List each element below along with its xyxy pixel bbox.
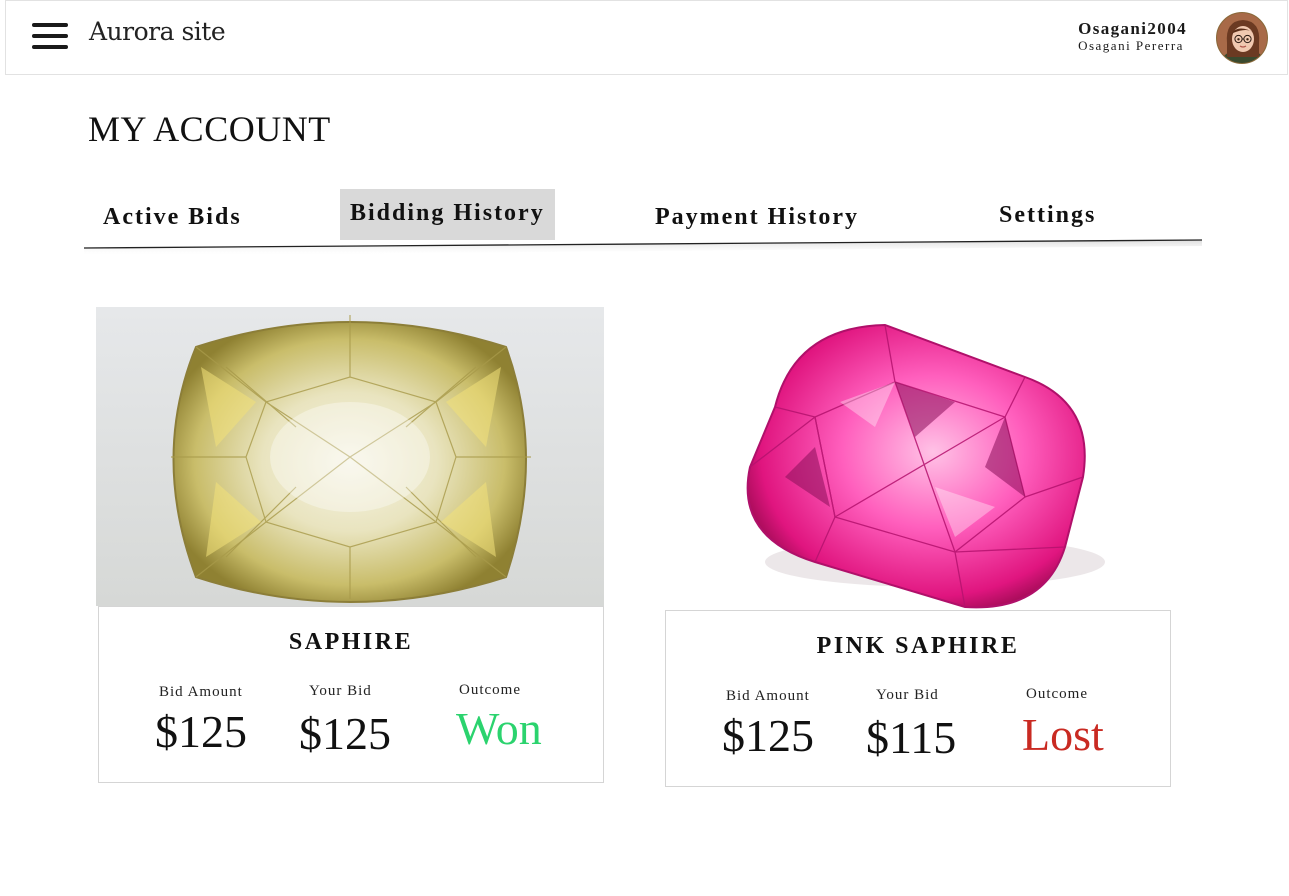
your-bid-label: Your Bid bbox=[309, 683, 372, 699]
your-bid-label: Your Bid bbox=[876, 687, 939, 703]
bid-amount-label: Bid Amount bbox=[159, 684, 243, 700]
bid-amount-value: $125 bbox=[722, 710, 814, 761]
outcome-label: Outcome bbox=[459, 682, 521, 698]
tab-active-bids[interactable]: Active Bids bbox=[93, 198, 252, 237]
page-title: MY ACCOUNT bbox=[88, 109, 331, 149]
bid-amount-label: Bid Amount bbox=[726, 688, 810, 704]
bid-card-body: SAPHIRE Bid Amount Your Bid Outcome $125… bbox=[98, 606, 604, 783]
username: Osagani2004 bbox=[1078, 19, 1187, 38]
your-bid-value: $115 bbox=[866, 712, 957, 763]
outcome-value: Lost bbox=[1022, 709, 1104, 760]
user-full-name: Osagani Pererra bbox=[1078, 38, 1184, 53]
bid-card-body: PINK SAPHIRE Bid Amount Your Bid Outcome… bbox=[665, 610, 1171, 787]
yellow-sapphire-image bbox=[96, 307, 604, 606]
hamburger-menu-icon[interactable] bbox=[32, 21, 68, 51]
site-title[interactable]: Aurora site bbox=[89, 17, 226, 46]
outcome-value: Won bbox=[456, 703, 542, 754]
tab-bidding-history[interactable]: Bidding History bbox=[340, 189, 555, 240]
outcome-label: Outcome bbox=[1026, 686, 1088, 702]
bid-amount-value: $125 bbox=[155, 706, 247, 757]
tab-settings[interactable]: Settings bbox=[989, 196, 1106, 235]
pink-sapphire-image bbox=[665, 307, 1171, 610]
user-info: Osagani2004 Osagani Pererra bbox=[1078, 19, 1187, 54]
tab-payment-history[interactable]: Payment History bbox=[645, 198, 869, 237]
avatar-portrait-icon bbox=[1217, 13, 1267, 63]
your-bid-value: $125 bbox=[299, 708, 391, 759]
avatar[interactable] bbox=[1216, 12, 1268, 64]
account-tabs: Active Bids Bidding History Payment Hist… bbox=[84, 186, 1202, 256]
item-name: PINK SAPHIRE bbox=[816, 633, 1020, 659]
item-name: SAPHIRE bbox=[288, 629, 414, 655]
top-bar: Aurora site Osagani2004 Osagani Pererra bbox=[5, 0, 1288, 75]
